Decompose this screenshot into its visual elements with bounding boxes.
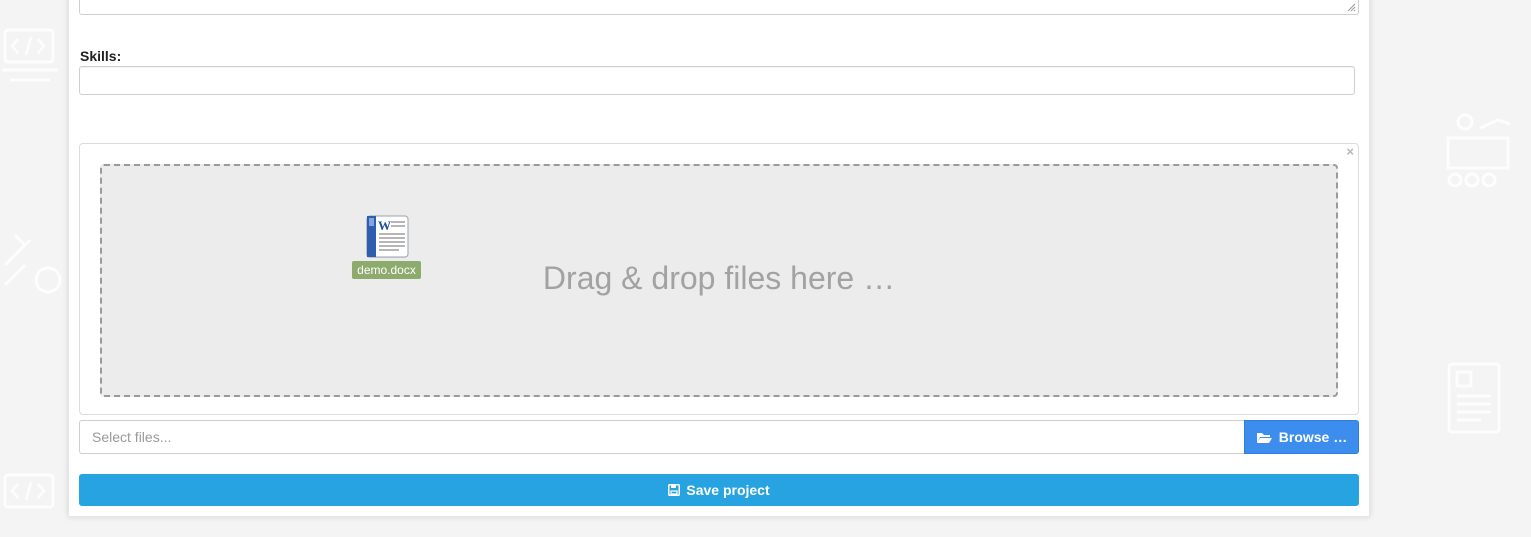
folder-open-icon — [1256, 432, 1272, 443]
drop-area[interactable]: W demo.docx Drag & drop files here … — [100, 164, 1338, 397]
background-code-icon — [3, 473, 55, 509]
save-project-button[interactable]: Save project — [79, 474, 1359, 506]
background-document-icon — [1447, 362, 1501, 434]
close-icon[interactable]: × — [1346, 145, 1354, 159]
skills-input[interactable] — [79, 66, 1355, 95]
svg-text:W: W — [378, 218, 391, 233]
save-project-label: Save project — [686, 482, 770, 498]
word-document-icon: W — [366, 215, 409, 258]
file-caption-field[interactable]: Select files... — [79, 420, 1245, 454]
description-textarea[interactable] — [79, 0, 1359, 15]
floppy-disk-icon — [668, 484, 681, 496]
skills-label: Skills: — [80, 48, 122, 64]
drop-hint-text: Drag & drop files here … — [542, 260, 896, 296]
browse-button-label: Browse … — [1278, 429, 1348, 445]
background-gear-icon — [3, 233, 62, 294]
resize-grip-icon[interactable] — [1347, 3, 1356, 12]
file-input-group: Select files... Browse … — [79, 420, 1359, 454]
file-dropzone-frame: × W demo.docx Drag & drop files here … — [79, 143, 1359, 415]
browse-button[interactable]: Browse … — [1244, 420, 1359, 454]
background-code-icon — [2, 28, 58, 82]
background-presentation-icon — [1446, 113, 1511, 188]
project-form-panel: Skills: × W demo.docx Drag & drop files … — [68, 0, 1370, 517]
